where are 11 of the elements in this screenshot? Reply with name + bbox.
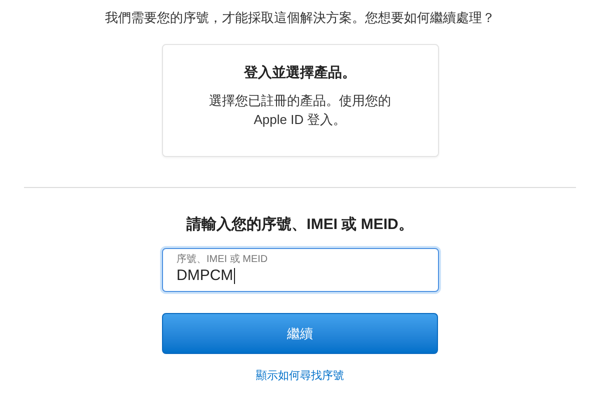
field-label: 序號、IMEI 或 MEID: [176, 253, 269, 266]
section-heading: 請輸入您的序號、IMEI 或 MEID。: [186, 215, 414, 235]
field-value: DMPCM: [176, 266, 234, 286]
help-link[interactable]: 顯示如何尋找序號: [256, 368, 344, 384]
serial-field[interactable]: 序號、IMEI 或 MEID DMPCM: [162, 248, 438, 292]
card-title: 登入並選擇產品。: [244, 63, 356, 82]
continue-button[interactable]: 繼續: [162, 313, 438, 354]
text-cursor: [234, 268, 236, 284]
intro-text: 我們需要您的序號，才能採取這個解決方案。您想要如何繼續處理？: [105, 9, 495, 27]
sign-in-card[interactable]: 登入並選擇產品。 選擇您已註冊的產品。使用您的 Apple ID 登入。: [162, 44, 438, 157]
card-description: 選擇您已註冊的產品。使用您的 Apple ID 登入。: [209, 92, 391, 129]
